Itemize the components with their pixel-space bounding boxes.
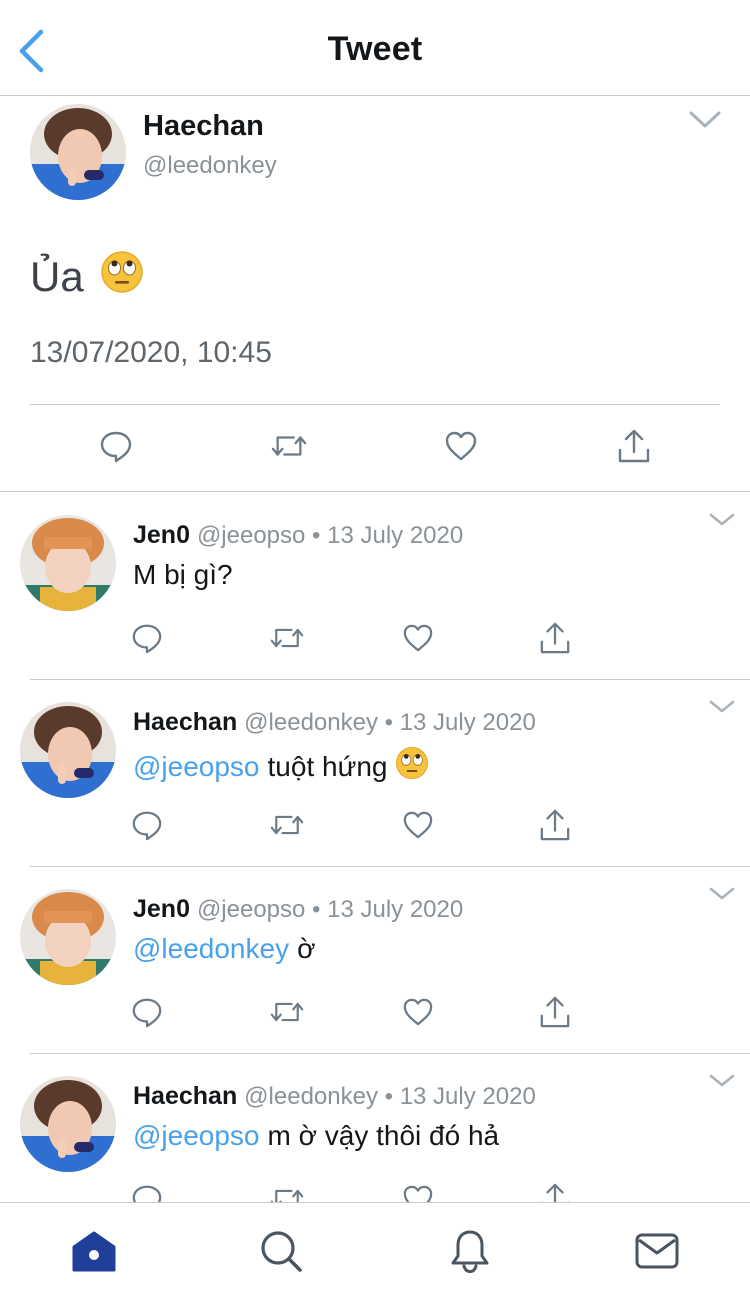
reply-actions (0, 621, 750, 657)
rolling-eyes-emoji-icon (100, 250, 144, 304)
author-name[interactable]: Haechan (133, 708, 237, 736)
author-handle[interactable]: @leedonkey (143, 152, 277, 180)
heart-icon (403, 811, 433, 839)
like-button[interactable] (443, 428, 479, 464)
reply-icon (132, 624, 162, 654)
share-icon (618, 429, 650, 463)
reply-header: Haechan @leedonkey • 13 July 2020 (133, 1082, 536, 1111)
retweet-button[interactable] (270, 995, 304, 1029)
reply-meta: @leedonkey • 13 July 2020 (244, 1083, 536, 1110)
notifications-icon (451, 1230, 489, 1274)
reply-button[interactable] (130, 621, 164, 655)
reply-text: @leedonkey ờ (133, 933, 315, 965)
author-name[interactable]: Jen0 (133, 521, 190, 549)
reply-text: @jeeopso tuột hứng (133, 746, 429, 787)
bottom-tab-bar (0, 1202, 750, 1300)
reply-button[interactable] (98, 428, 134, 464)
reply-text: @jeeopso m ờ vậy thôi đó hả (133, 1120, 499, 1152)
chevron-down-icon[interactable] (708, 698, 736, 716)
reply-tweet[interactable]: Jen0 @jeeopso • 13 July 2020 @leedonkey … (0, 867, 750, 1054)
main-tweet: Haechan @leedonkey Ủa 13/07/2020, 10:45 (0, 96, 750, 492)
reply-button[interactable] (130, 808, 164, 842)
rolling-eyes-emoji-icon (395, 746, 429, 787)
reply-text: M bị gì? (133, 559, 233, 591)
share-button[interactable] (616, 428, 652, 464)
share-icon (540, 996, 570, 1028)
reply-icon (132, 811, 162, 841)
retweet-button[interactable] (270, 621, 304, 655)
avatar[interactable] (20, 889, 116, 985)
reply-text-content: tuột hứng (267, 750, 388, 782)
header: Tweet (0, 0, 750, 96)
tweet-text-content: Ủa (30, 253, 84, 300)
reply-header: Jen0 @jeeopso • 13 July 2020 (133, 895, 463, 924)
reply-tweet[interactable]: Jen0 @jeeopso • 13 July 2020 M bị gì? (0, 493, 750, 680)
mention-link[interactable]: @jeeopso (133, 1120, 260, 1152)
avatar[interactable] (30, 104, 126, 200)
retweet-button[interactable] (271, 428, 307, 464)
share-icon (540, 809, 570, 841)
reply-header: Jen0 @jeeopso • 13 July 2020 (133, 521, 463, 550)
home-icon (72, 1231, 116, 1272)
author-name[interactable]: Jen0 (133, 895, 190, 923)
like-button[interactable] (401, 995, 435, 1029)
reply-text-content: M bị gì? (133, 559, 233, 590)
heart-icon (445, 431, 477, 461)
like-button[interactable] (401, 808, 435, 842)
chevron-down-icon[interactable] (708, 885, 736, 903)
heart-icon (403, 624, 433, 652)
messages-icon (635, 1233, 679, 1269)
retweet-icon (270, 815, 304, 835)
tweet-text: Ủa (30, 250, 144, 304)
share-icon (540, 622, 570, 654)
retweet-icon (270, 1002, 304, 1022)
avatar[interactable] (20, 515, 116, 611)
tab-notifications[interactable] (446, 1227, 494, 1275)
reply-meta: @jeeopso • 13 July 2020 (196, 522, 464, 549)
reply-tweet[interactable]: Haechan @leedonkey • 13 July 2020 @jeeop… (0, 680, 750, 867)
author-name[interactable]: Haechan (133, 1082, 237, 1110)
reply-header: Haechan @leedonkey • 13 July 2020 (133, 708, 536, 737)
retweet-button[interactable] (270, 808, 304, 842)
reply-icon (132, 998, 162, 1028)
chevron-down-icon[interactable] (708, 511, 736, 529)
avatar[interactable] (20, 702, 116, 798)
reply-meta: @jeeopso • 13 July 2020 (196, 896, 464, 923)
mention-link[interactable]: @jeeopso (133, 751, 260, 783)
chevron-down-icon[interactable] (708, 1072, 736, 1090)
tab-messages[interactable] (633, 1227, 681, 1275)
reply-text-content: ờ (297, 933, 316, 964)
divider (30, 404, 720, 405)
retweet-icon (270, 628, 304, 648)
reply-actions (0, 995, 750, 1031)
author-name[interactable]: Haechan (143, 110, 264, 143)
share-button[interactable] (538, 808, 572, 842)
search-icon (261, 1231, 302, 1272)
reply-text-content: m ờ vậy thôi đó hả (267, 1120, 500, 1151)
reply-meta: @leedonkey • 13 July 2020 (244, 709, 536, 736)
tab-search[interactable] (257, 1227, 305, 1275)
tweet-timestamp: 13/07/2020, 10:45 (30, 336, 272, 369)
mention-link[interactable]: @leedonkey (133, 933, 289, 965)
share-button[interactable] (538, 621, 572, 655)
avatar[interactable] (20, 1076, 116, 1172)
like-button[interactable] (401, 621, 435, 655)
retweet-icon (271, 436, 307, 456)
reply-icon (100, 431, 132, 463)
reply-actions (0, 808, 750, 844)
tweet-actions (0, 428, 750, 468)
share-button[interactable] (538, 995, 572, 1029)
chevron-down-icon[interactable] (688, 108, 722, 132)
reply-button[interactable] (130, 995, 164, 1029)
page-title: Tweet (327, 30, 423, 68)
heart-icon (403, 998, 433, 1026)
tab-home[interactable] (70, 1227, 118, 1275)
